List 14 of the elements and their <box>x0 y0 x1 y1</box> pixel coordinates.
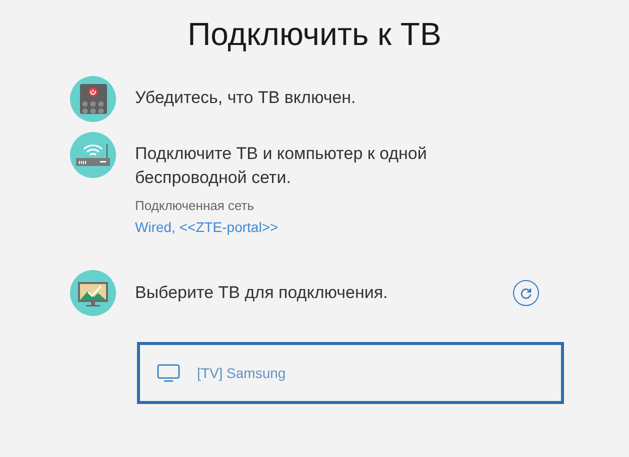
remote-control-icon <box>70 76 116 122</box>
page-title: Подключить к ТВ <box>188 15 442 54</box>
refresh-icon <box>520 287 532 299</box>
tv-name: [TV] Samsung <box>197 364 286 383</box>
step-text: Убедитесь, что ТВ включен. <box>135 87 357 109</box>
step-text: Выберите ТВ для подключения. <box>135 282 388 304</box>
network-label: Подключенная сеть <box>135 197 256 215</box>
router-icon <box>70 132 116 178</box>
monitor-icon <box>70 270 116 316</box>
tv-icon <box>157 364 180 382</box>
step-text: Подключите ТВ и компьютер к одной беспроводной сети. <box>135 143 428 189</box>
tv-list-item[interactable]: [TV] Samsung <box>137 342 564 404</box>
refresh-button[interactable] <box>513 280 539 306</box>
network-link[interactable]: Wired, <<ZTE-portal>> <box>135 217 278 237</box>
